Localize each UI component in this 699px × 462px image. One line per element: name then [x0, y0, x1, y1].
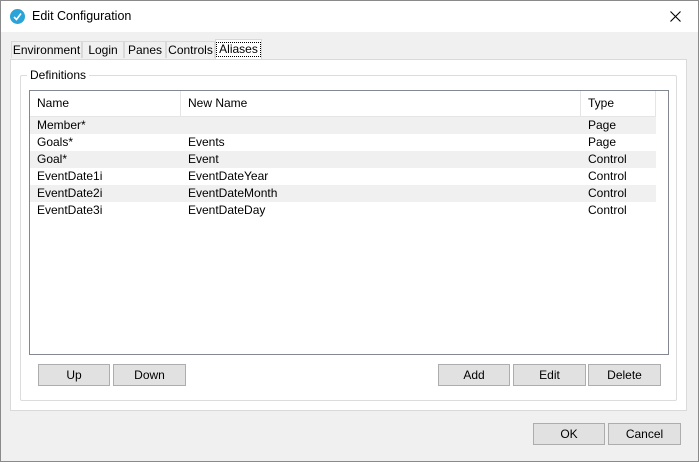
tab-controls[interactable]: Controls	[166, 41, 215, 58]
table-row[interactable]: Member* Page	[30, 117, 656, 134]
column-header-new-name[interactable]: New Name	[181, 91, 581, 116]
cell-name: EventDate3i	[37, 203, 103, 217]
tab-label: Panes	[127, 43, 163, 57]
cell-name: Goals*	[37, 135, 74, 149]
close-icon	[669, 11, 681, 22]
tab-panes[interactable]: Panes	[124, 41, 166, 58]
tab-label: Aliases	[216, 42, 261, 57]
list-header: Name New Name Type	[30, 91, 656, 117]
tab-label: Login	[88, 43, 118, 57]
cell-name: Member*	[37, 118, 86, 132]
cell-type: Control	[588, 152, 627, 166]
definitions-label: Definitions	[27, 68, 90, 82]
cell-new-name	[181, 117, 188, 134]
cell-new-name: Event	[188, 152, 219, 166]
tab-label: Controls	[168, 43, 213, 57]
cell-type: Page	[588, 135, 617, 149]
ok-button[interactable]: OK	[533, 423, 605, 445]
table-row[interactable]: EventDate2i EventDateMonth Control	[30, 185, 656, 202]
edit-button[interactable]: Edit	[513, 364, 586, 386]
table-row[interactable]: EventDate3i EventDateDay Control	[30, 202, 656, 219]
cell-name: Goal*	[37, 152, 68, 166]
table-row[interactable]: Goal* Event Control	[30, 151, 656, 168]
tab-aliases[interactable]: Aliases	[215, 39, 262, 59]
cancel-button[interactable]: Cancel	[608, 423, 681, 445]
cell-name: EventDate1i	[37, 169, 103, 183]
tab-login[interactable]: Login	[82, 41, 124, 58]
cell-type: Page	[588, 118, 617, 132]
cell-new-name: Events	[188, 135, 225, 149]
checkmark-circle-icon	[10, 9, 25, 24]
add-button[interactable]: Add	[438, 364, 510, 386]
definitions-list[interactable]: Name New Name Type Member* Page Goals* Even…	[29, 90, 669, 355]
tab-environment[interactable]: Environment	[11, 41, 82, 58]
cell-type: Control	[588, 203, 627, 217]
column-header-type[interactable]: Type	[581, 91, 656, 116]
cell-type: Control	[588, 169, 627, 183]
up-button[interactable]: Up	[38, 364, 110, 386]
cell-new-name: EventDateDay	[188, 203, 266, 217]
down-button[interactable]: Down	[113, 364, 186, 386]
column-header-name[interactable]: Name	[30, 91, 181, 116]
cell-type: Control	[588, 186, 627, 200]
window-title: Edit Configuration	[32, 9, 132, 23]
title-bar: Edit Configuration	[1, 1, 698, 32]
table-row[interactable]: EventDate1i EventDateYear Control	[30, 168, 656, 185]
delete-button[interactable]: Delete	[588, 364, 661, 386]
tab-label: Environment	[12, 43, 81, 57]
table-row[interactable]: Goals* Events Page	[30, 134, 656, 151]
cell-new-name: EventDateYear	[188, 169, 269, 183]
cell-name: EventDate2i	[37, 186, 103, 200]
cell-new-name: EventDateMonth	[188, 186, 278, 200]
close-button[interactable]	[652, 1, 698, 32]
